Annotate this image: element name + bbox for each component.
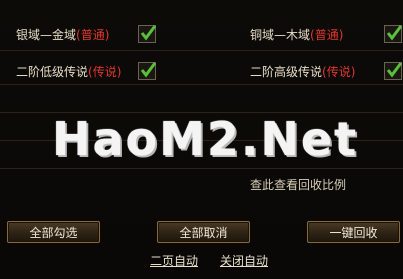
option-label: 二阶高级传说(传说): [250, 64, 356, 79]
select-all-button[interactable]: 全部勾选: [7, 221, 100, 243]
option-silver-gold: 银域—金域(普通): [16, 21, 109, 47]
option-label: 银域—金域(普通): [16, 27, 110, 42]
option-silver-gold-checkbox[interactable]: [138, 25, 156, 43]
option-tier2-low-legend-checkbox[interactable]: [138, 62, 156, 80]
one-click-recycle-button[interactable]: 一键回收: [307, 221, 400, 243]
option-copper-wood-checkbox[interactable]: [384, 25, 402, 43]
divider: [0, 168, 403, 169]
checkmark-icon: [386, 62, 402, 78]
option-tier2-low-legend: 二阶低级传说(传说): [16, 58, 121, 84]
divider: [0, 50, 403, 51]
cancel-all-button[interactable]: 全部取消: [157, 221, 250, 243]
checkmark-icon: [140, 25, 156, 41]
view-recycle-ratio-link[interactable]: 查此查看回收比例: [250, 176, 346, 193]
close-auto-link[interactable]: 关闭自动: [220, 252, 268, 269]
option-tier2-high-legend: 二阶高级传说(传说): [250, 58, 355, 84]
option-copper-wood: 铜域—木域(普通): [250, 21, 343, 47]
divider: [0, 84, 403, 85]
watermark-logo: HaoM2.Net: [52, 112, 359, 166]
recycle-panel: 银域—金域(普通) 铜域—木域(普通) 二阶低级传说(传说) 二阶高级传说(传说…: [0, 0, 403, 279]
option-label: 二阶低级传说(传说): [16, 64, 122, 79]
page-two-auto-link[interactable]: 二页自动: [150, 252, 198, 269]
checkmark-icon: [140, 62, 156, 78]
option-tier2-high-legend-checkbox[interactable]: [384, 62, 402, 80]
checkmark-icon: [386, 25, 402, 41]
option-label: 铜域—木域(普通): [250, 27, 344, 42]
